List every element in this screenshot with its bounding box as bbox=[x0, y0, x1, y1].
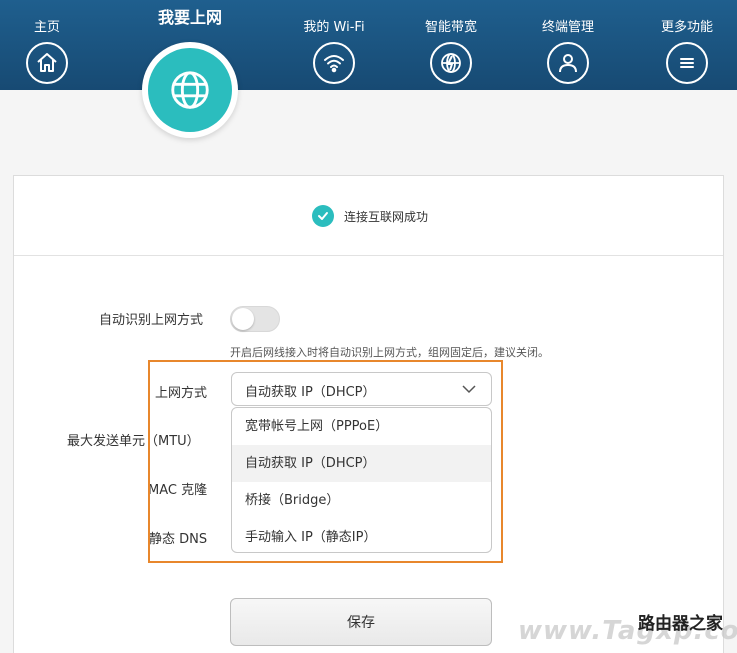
nav-label-bandwidth: 智能带宽 bbox=[424, 20, 477, 35]
top-navigation: 主页 我要上网 我的 Wi-Fi 智能带宽 终端管理 更多功能 bbox=[0, 0, 737, 138]
connection-status-row: 连接互联网成功 bbox=[14, 176, 723, 256]
nav-item-bandwidth[interactable]: 智能带宽 bbox=[406, 0, 496, 90]
nav-item-devices[interactable]: 终端管理 bbox=[523, 0, 613, 90]
highlight-box bbox=[148, 360, 503, 563]
nav-label-wifi: 我的 Wi-Fi bbox=[303, 20, 365, 35]
nav-item-more[interactable]: 更多功能 bbox=[642, 0, 732, 90]
auto-detect-toggle[interactable] bbox=[230, 306, 280, 332]
nav-item-internet[interactable] bbox=[142, 42, 238, 138]
status-text: 连接互联网成功 bbox=[344, 209, 429, 224]
menu-icon bbox=[666, 42, 708, 84]
nav-item-wifi[interactable]: 我的 Wi-Fi bbox=[289, 0, 379, 90]
home-icon bbox=[26, 42, 68, 84]
save-button[interactable]: 保存 bbox=[230, 598, 492, 646]
nav-label-more: 更多功能 bbox=[660, 20, 713, 35]
connection-status: 连接互联网成功 bbox=[312, 205, 428, 227]
auto-detect-label: 自动识别上网方式 bbox=[99, 313, 204, 328]
wifi-icon bbox=[313, 42, 355, 84]
nav-label-internet: 我要上网 bbox=[157, 8, 222, 27]
nav-label-devices: 终端管理 bbox=[541, 20, 594, 35]
auto-detect-hint: 开启后网线接入时将自动识别上网方式，组网固定后，建议关闭。 bbox=[230, 346, 549, 359]
toggle-knob bbox=[232, 308, 254, 330]
nav-item-home[interactable]: 主页 bbox=[2, 0, 92, 90]
globe-icon bbox=[148, 48, 232, 132]
watermark-title: 路由器之家 bbox=[638, 614, 723, 634]
check-icon bbox=[312, 205, 334, 227]
user-icon bbox=[547, 42, 589, 84]
nav-label-home: 主页 bbox=[33, 20, 60, 35]
internet-settings-card: 连接互联网成功 自动识别上网方式 开启后网线接入时将自动识别上网方式，组网固定后… bbox=[13, 175, 724, 653]
bandwidth-globe-icon bbox=[430, 42, 472, 84]
